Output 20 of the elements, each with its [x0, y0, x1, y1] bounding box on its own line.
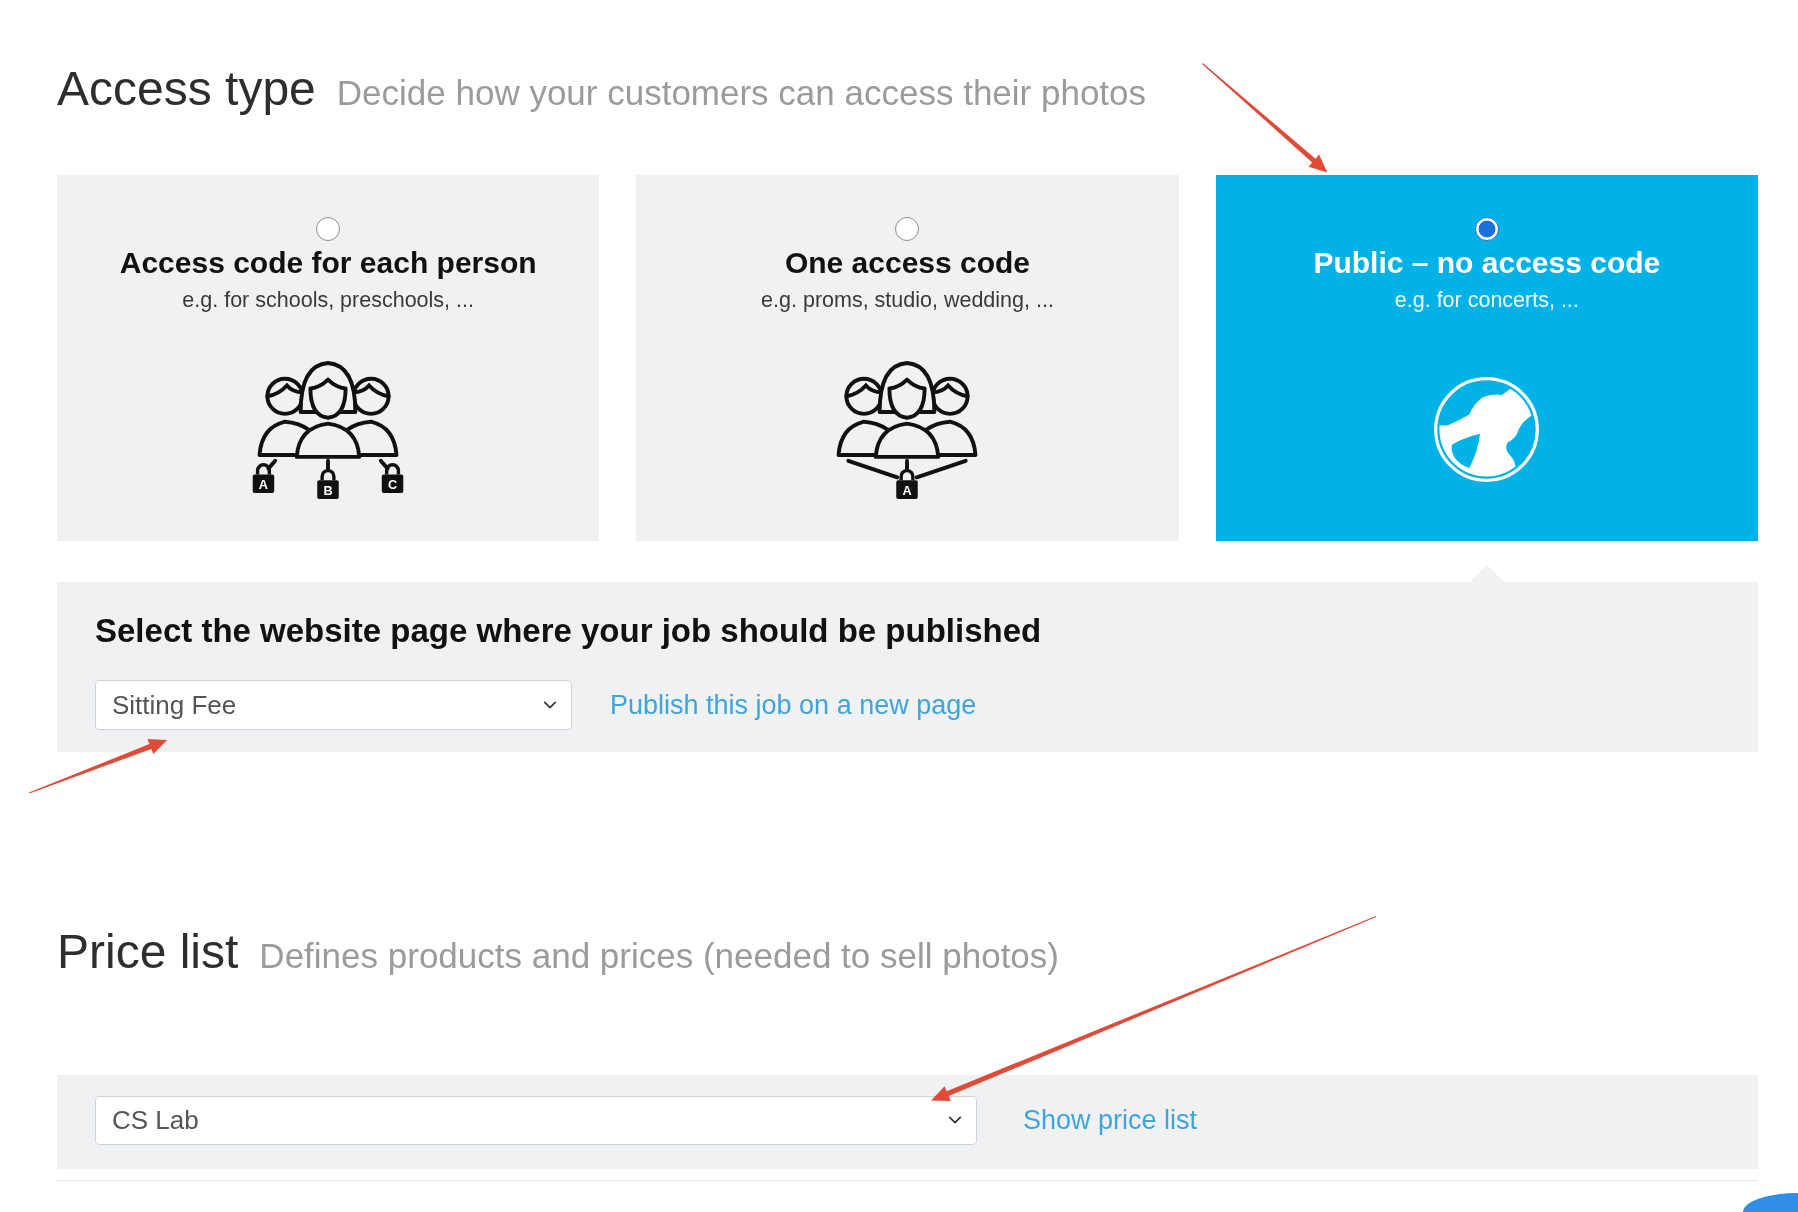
section-description: Decide how your customers can access their photos: [336, 72, 1147, 114]
price-list-select[interactable]: CS Lab: [95, 1095, 977, 1145]
option-title: Access code for each person: [119, 244, 537, 281]
section-heading: Access type: [57, 61, 316, 117]
panel-title: Select the website page where your job should be published: [95, 610, 1042, 651]
radio-button[interactable]: [895, 216, 920, 241]
option-title: One access code: [784, 244, 1031, 281]
globe-icon: [1433, 375, 1541, 483]
access-option-card[interactable]: One access code e.g. proms, studio, wedding, ... A: [636, 174, 1179, 541]
access-option-card[interactable]: Access code for each person e.g. for schools, preschools, ... A B C: [57, 174, 600, 541]
option-subtitle: e.g. for schools, preschools, ...: [182, 286, 474, 314]
page-select[interactable]: Sitting Fee: [95, 680, 572, 731]
option-title: Public – no access code: [1313, 244, 1661, 281]
section-heading: Price list: [57, 924, 239, 981]
radio-button[interactable]: [1474, 216, 1499, 241]
radio-button[interactable]: [316, 216, 341, 241]
option-subtitle: e.g. for concerts, ...: [1394, 286, 1579, 314]
section-description: Defines products and prices (needed to sell photos): [259, 935, 1059, 978]
floating-action-button[interactable]: [1743, 1193, 1798, 1212]
option-subtitle: e.g. proms, studio, wedding, ...: [761, 286, 1054, 314]
